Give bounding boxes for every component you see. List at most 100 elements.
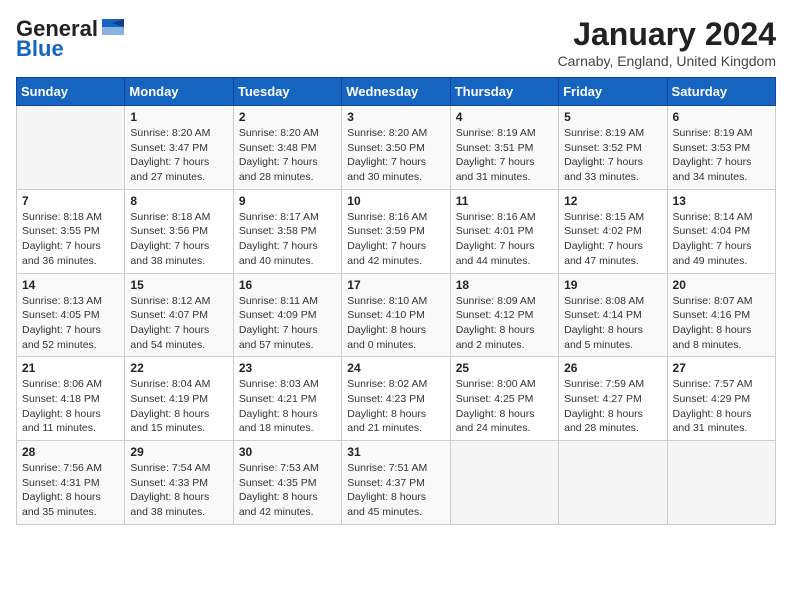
day-number: 26 (564, 361, 661, 375)
day-info: Sunrise: 8:18 AMSunset: 3:55 PMDaylight:… (22, 210, 119, 269)
day-number: 1 (130, 110, 227, 124)
day-number: 10 (347, 194, 444, 208)
day-info: Sunrise: 8:00 AMSunset: 4:25 PMDaylight:… (456, 377, 553, 436)
calendar-cell: 10 Sunrise: 8:16 AMSunset: 3:59 PMDayligh… (342, 189, 450, 273)
calendar-cell: 14 Sunrise: 8:13 AMSunset: 4:05 PMDayligh… (17, 273, 125, 357)
calendar-week-row: 1 Sunrise: 8:20 AMSunset: 3:47 PMDaylight… (17, 106, 776, 190)
day-number: 11 (456, 194, 553, 208)
calendar-week-row: 28Sunrise: 7:56 AMSunset: 4:31 PMDayligh… (17, 441, 776, 525)
calendar-cell (667, 441, 775, 525)
day-info: Sunrise: 8:08 AMSunset: 4:14 PMDaylight:… (564, 294, 661, 353)
day-number: 7 (22, 194, 119, 208)
header: General Blue January 2024 Carnaby, Engla… (16, 16, 776, 69)
calendar-cell: 24Sunrise: 8:02 AMSunset: 4:23 PMDayligh… (342, 357, 450, 441)
day-number: 16 (239, 278, 336, 292)
calendar-cell: 9 Sunrise: 8:17 AMSunset: 3:58 PMDaylight… (233, 189, 341, 273)
day-number: 27 (673, 361, 770, 375)
logo: General Blue (16, 16, 126, 62)
weekday-header-thursday: Thursday (450, 78, 558, 106)
day-info: Sunrise: 8:16 AMSunset: 3:59 PMDaylight:… (347, 210, 444, 269)
calendar-cell: 19Sunrise: 8:08 AMSunset: 4:14 PMDayligh… (559, 273, 667, 357)
day-info: Sunrise: 7:53 AMSunset: 4:35 PMDaylight:… (239, 461, 336, 520)
day-info: Sunrise: 8:04 AMSunset: 4:19 PMDaylight:… (130, 377, 227, 436)
calendar-cell: 17 Sunrise: 8:10 AMSunset: 4:10 PMDayligh… (342, 273, 450, 357)
calendar-cell: 21 Sunrise: 8:06 AMSunset: 4:18 PMDayligh… (17, 357, 125, 441)
day-info: Sunrise: 8:16 AMSunset: 4:01 PMDaylight:… (456, 210, 553, 269)
calendar-cell: 29 Sunrise: 7:54 AMSunset: 4:33 PMDayligh… (125, 441, 233, 525)
calendar-cell: 27Sunrise: 7:57 AMSunset: 4:29 PMDayligh… (667, 357, 775, 441)
day-number: 25 (456, 361, 553, 375)
calendar-cell: 15 Sunrise: 8:12 AMSunset: 4:07 PMDayligh… (125, 273, 233, 357)
day-number: 6 (673, 110, 770, 124)
calendar-cell: 18Sunrise: 8:09 AMSunset: 4:12 PMDayligh… (450, 273, 558, 357)
calendar-cell: 8 Sunrise: 8:18 AMSunset: 3:56 PMDaylight… (125, 189, 233, 273)
day-info: Sunrise: 8:13 AMSunset: 4:05 PMDaylight:… (22, 294, 119, 353)
calendar-week-row: 14 Sunrise: 8:13 AMSunset: 4:05 PMDayligh… (17, 273, 776, 357)
calendar-cell: 4 Sunrise: 8:19 AMSunset: 3:51 PMDaylight… (450, 106, 558, 190)
day-info: Sunrise: 7:54 AMSunset: 4:33 PMDaylight:… (130, 461, 227, 520)
day-number: 8 (130, 194, 227, 208)
weekday-header-sunday: Sunday (17, 78, 125, 106)
day-info: Sunrise: 8:20 AMSunset: 3:47 PMDaylight:… (130, 126, 227, 185)
day-info: Sunrise: 8:19 AMSunset: 3:52 PMDaylight:… (564, 126, 661, 185)
day-number: 9 (239, 194, 336, 208)
day-info: Sunrise: 8:19 AMSunset: 3:53 PMDaylight:… (673, 126, 770, 185)
calendar-cell: 23 Sunrise: 8:03 AMSunset: 4:21 PMDayligh… (233, 357, 341, 441)
day-number: 17 (347, 278, 444, 292)
weekday-header-friday: Friday (559, 78, 667, 106)
day-number: 3 (347, 110, 444, 124)
day-info: Sunrise: 8:17 AMSunset: 3:58 PMDaylight:… (239, 210, 336, 269)
calendar-cell (559, 441, 667, 525)
title-area: January 2024 Carnaby, England, United Ki… (558, 16, 776, 69)
day-info: Sunrise: 8:20 AMSunset: 3:50 PMDaylight:… (347, 126, 444, 185)
logo-flag-icon (100, 17, 126, 37)
day-info: Sunrise: 8:03 AMSunset: 4:21 PMDaylight:… (239, 377, 336, 436)
calendar-cell: 3 Sunrise: 8:20 AMSunset: 3:50 PMDaylight… (342, 106, 450, 190)
calendar-cell: 25 Sunrise: 8:00 AMSunset: 4:25 PMDayligh… (450, 357, 558, 441)
calendar-cell: 12 Sunrise: 8:15 AMSunset: 4:02 PMDayligh… (559, 189, 667, 273)
calendar-table: SundayMondayTuesdayWednesdayThursdayFrid… (16, 77, 776, 525)
day-number: 13 (673, 194, 770, 208)
weekday-header-saturday: Saturday (667, 78, 775, 106)
day-info: Sunrise: 8:10 AMSunset: 4:10 PMDaylight:… (347, 294, 444, 353)
day-info: Sunrise: 8:15 AMSunset: 4:02 PMDaylight:… (564, 210, 661, 269)
calendar-cell: 7 Sunrise: 8:18 AMSunset: 3:55 PMDaylight… (17, 189, 125, 273)
day-number: 2 (239, 110, 336, 124)
calendar-cell: 11 Sunrise: 8:16 AMSunset: 4:01 PMDayligh… (450, 189, 558, 273)
day-number: 12 (564, 194, 661, 208)
calendar-cell: 6 Sunrise: 8:19 AMSunset: 3:53 PMDaylight… (667, 106, 775, 190)
day-number: 30 (239, 445, 336, 459)
calendar-cell: 20 Sunrise: 8:07 AMSunset: 4:16 PMDayligh… (667, 273, 775, 357)
calendar-title: January 2024 (558, 16, 776, 53)
day-info: Sunrise: 8:06 AMSunset: 4:18 PMDaylight:… (22, 377, 119, 436)
day-number: 15 (130, 278, 227, 292)
day-number: 23 (239, 361, 336, 375)
day-info: Sunrise: 8:18 AMSunset: 3:56 PMDaylight:… (130, 210, 227, 269)
day-number: 29 (130, 445, 227, 459)
calendar-week-row: 7 Sunrise: 8:18 AMSunset: 3:55 PMDaylight… (17, 189, 776, 273)
day-number: 14 (22, 278, 119, 292)
day-info: Sunrise: 8:11 AMSunset: 4:09 PMDaylight:… (239, 294, 336, 353)
day-number: 21 (22, 361, 119, 375)
weekday-header-wednesday: Wednesday (342, 78, 450, 106)
calendar-cell: 13 Sunrise: 8:14 AMSunset: 4:04 PMDayligh… (667, 189, 775, 273)
day-info: Sunrise: 8:19 AMSunset: 3:51 PMDaylight:… (456, 126, 553, 185)
day-number: 22 (130, 361, 227, 375)
calendar-cell: 30 Sunrise: 7:53 AMSunset: 4:35 PMDayligh… (233, 441, 341, 525)
day-number: 5 (564, 110, 661, 124)
weekday-header-monday: Monday (125, 78, 233, 106)
weekday-header-tuesday: Tuesday (233, 78, 341, 106)
day-info: Sunrise: 8:20 AMSunset: 3:48 PMDaylight:… (239, 126, 336, 185)
day-info: Sunrise: 7:56 AMSunset: 4:31 PMDaylight:… (22, 461, 119, 520)
day-number: 4 (456, 110, 553, 124)
calendar-cell (17, 106, 125, 190)
logo-blue: Blue (16, 36, 64, 62)
calendar-cell: 5 Sunrise: 8:19 AMSunset: 3:52 PMDaylight… (559, 106, 667, 190)
day-number: 20 (673, 278, 770, 292)
day-info: Sunrise: 8:07 AMSunset: 4:16 PMDaylight:… (673, 294, 770, 353)
day-info: Sunrise: 8:14 AMSunset: 4:04 PMDaylight:… (673, 210, 770, 269)
calendar-cell: 1 Sunrise: 8:20 AMSunset: 3:47 PMDaylight… (125, 106, 233, 190)
calendar-cell: 31Sunrise: 7:51 AMSunset: 4:37 PMDayligh… (342, 441, 450, 525)
calendar-cell: 26Sunrise: 7:59 AMSunset: 4:27 PMDayligh… (559, 357, 667, 441)
day-info: Sunrise: 8:12 AMSunset: 4:07 PMDaylight:… (130, 294, 227, 353)
